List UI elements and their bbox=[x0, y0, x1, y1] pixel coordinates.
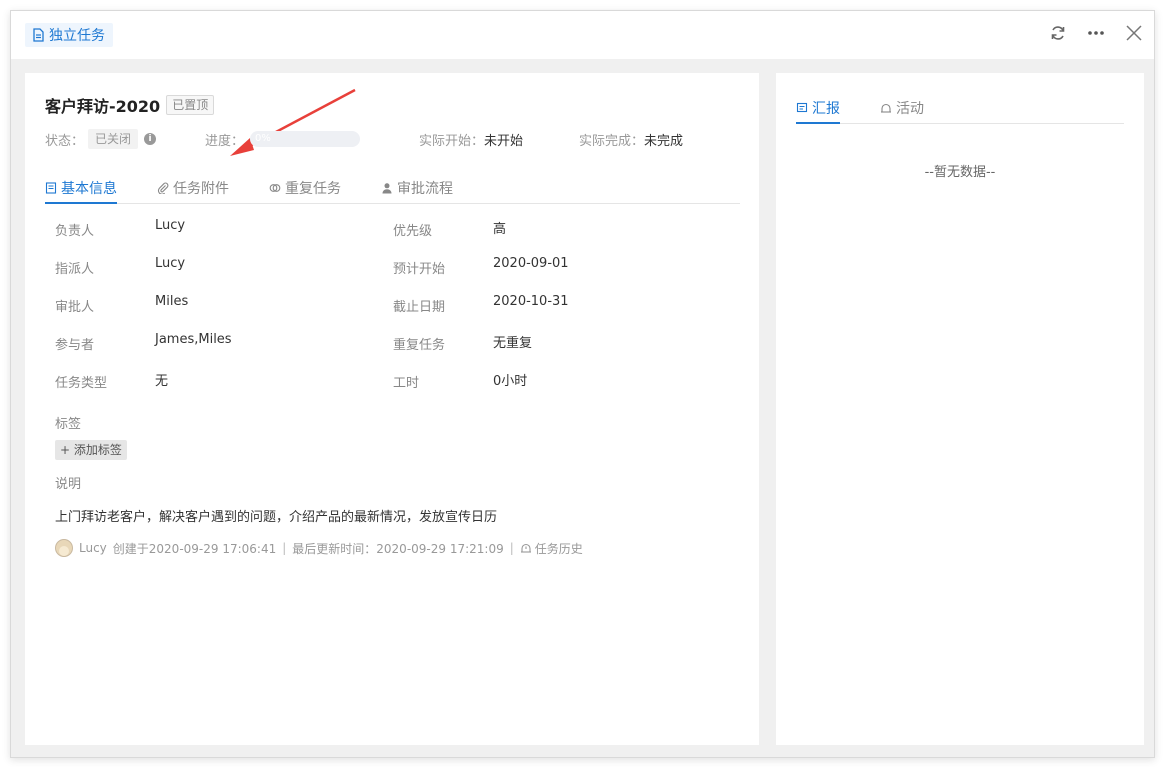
field-row: 负责人 Lucy 优先级 高 bbox=[55, 218, 735, 239]
field-label-task-type: 任务类型 bbox=[55, 376, 108, 391]
add-tag-button[interactable]: + 添加标签 bbox=[55, 440, 127, 460]
repeat-icon bbox=[269, 184, 281, 192]
task-tabs: 基本信息 任务附件 重复任务 审批流程 bbox=[45, 173, 740, 204]
refresh-icon bbox=[1051, 26, 1065, 40]
independent-task-badge: 独立任务 bbox=[25, 23, 113, 47]
field-value-task-type: 无 bbox=[155, 374, 169, 389]
field-value-participants: James,Miles bbox=[155, 332, 232, 347]
activity-icon bbox=[881, 103, 891, 113]
progress-bar: 0% bbox=[250, 131, 361, 147]
field-label-repeat: 重复任务 bbox=[393, 338, 446, 353]
user-icon bbox=[382, 183, 392, 194]
info-icon[interactable]: i bbox=[144, 133, 157, 145]
status-label: 状态： bbox=[45, 133, 85, 149]
tab-repeat-task[interactable]: 重复任务 bbox=[269, 173, 341, 203]
field-row: 任务类型 无 工时 0小时 bbox=[55, 370, 735, 391]
field-value-deadline: 2020-10-31 bbox=[493, 294, 569, 309]
close-button[interactable] bbox=[1124, 23, 1144, 43]
field-label-assignee: 负责人 bbox=[55, 224, 95, 239]
actual-end-value: 未完成 bbox=[644, 133, 684, 149]
tab-label: 任务附件 bbox=[173, 181, 229, 197]
creator-name: Lucy bbox=[79, 541, 107, 555]
description-text: 上门拜访老客户，解决客户遇到的问题，介绍产品的最新情况，发放宣传日历 bbox=[55, 510, 498, 525]
actual-end-label: 实际完成： bbox=[579, 133, 645, 149]
progress-label: 进度： bbox=[205, 133, 245, 149]
tab-label: 汇报 bbox=[812, 100, 840, 117]
report-icon bbox=[796, 102, 808, 112]
task-history-link[interactable]: 任务历史 bbox=[520, 540, 583, 557]
tab-basic-info[interactable]: 基本信息 bbox=[45, 173, 117, 204]
tab-approval-flow[interactable]: 审批流程 bbox=[381, 173, 453, 203]
actual-start-value: 未开始 bbox=[484, 133, 524, 149]
field-value-approver: Miles bbox=[155, 294, 189, 309]
pinned-tag: 已置顶 bbox=[166, 95, 215, 115]
tab-label: 活动 bbox=[896, 101, 924, 117]
tab-activity[interactable]: 活动 bbox=[880, 93, 924, 123]
tab-label: 基本信息 bbox=[61, 180, 117, 197]
status-item: 状态： 已关闭 i bbox=[45, 128, 157, 150]
history-label: 任务历史 bbox=[534, 541, 583, 556]
tab-label: 审批流程 bbox=[397, 181, 453, 197]
field-label-assigner: 指派人 bbox=[55, 262, 95, 277]
field-label-planned-start: 预计开始 bbox=[393, 262, 446, 277]
separator: | bbox=[509, 541, 514, 555]
field-value-planned-start: 2020-09-01 bbox=[493, 256, 569, 271]
separator: | bbox=[282, 541, 287, 555]
field-value-assignee: Lucy bbox=[155, 218, 186, 233]
actual-start-item: 实际开始： 未开始 bbox=[419, 128, 523, 150]
progress-item: 进度： 0% bbox=[205, 128, 361, 150]
created-time: 创建于2020-09-29 17:06:41 bbox=[112, 541, 277, 556]
document-icon bbox=[45, 181, 57, 194]
document-icon bbox=[33, 28, 44, 42]
close-icon bbox=[1126, 25, 1142, 41]
description-label: 说明 bbox=[55, 477, 82, 492]
field-label-approver: 审批人 bbox=[55, 300, 95, 315]
progress-text: 0% bbox=[255, 133, 271, 144]
side-panel: 汇报 活动 --暂无数据-- bbox=[776, 73, 1144, 745]
side-tabs: 汇报 活动 bbox=[796, 93, 1124, 124]
more-icon bbox=[1088, 31, 1104, 35]
paperclip-icon bbox=[157, 182, 169, 194]
badge-label: 独立任务 bbox=[49, 28, 105, 44]
meta-row: Lucy 创建于2020-09-29 17:06:41 | 最后更新时间：202… bbox=[55, 539, 583, 557]
field-value-priority: 高 bbox=[493, 222, 507, 237]
top-bar: 独立任务 bbox=[11, 11, 1154, 59]
tab-report[interactable]: 汇报 bbox=[796, 93, 840, 124]
refresh-button[interactable] bbox=[1048, 23, 1068, 43]
tab-attachments[interactable]: 任务附件 bbox=[157, 173, 229, 203]
task-detail-window: 独立任务 客户拜访-2020 已置顶 状态： 已关闭 i 进度： 0% 实际开始… bbox=[10, 10, 1155, 758]
updated-time: 最后更新时间：2020-09-29 17:21:09 bbox=[292, 541, 504, 556]
top-actions bbox=[1048, 23, 1144, 43]
title-row: 客户拜访-2020 已置顶 bbox=[45, 93, 215, 117]
avatar bbox=[55, 539, 73, 557]
field-row: 参与者 James,Miles 重复任务 无重复 bbox=[55, 332, 735, 353]
field-label-work-hours: 工时 bbox=[393, 376, 420, 391]
actual-end-item: 实际完成： 未完成 bbox=[579, 128, 683, 150]
actual-start-label: 实际开始： bbox=[419, 133, 485, 149]
field-row: 指派人 Lucy 预计开始 2020-09-01 bbox=[55, 256, 735, 277]
field-value-repeat: 无重复 bbox=[493, 336, 533, 351]
task-main-panel: 客户拜访-2020 已置顶 状态： 已关闭 i 进度： 0% 实际开始： 未开始… bbox=[25, 73, 759, 745]
empty-state: --暂无数据-- bbox=[924, 165, 996, 180]
task-title: 客户拜访-2020 bbox=[45, 97, 161, 116]
status-row: 状态： 已关闭 i 进度： 0% 实际开始： 未开始 实际完成： 未完成 bbox=[45, 128, 745, 150]
field-label-participants: 参与者 bbox=[55, 338, 95, 353]
field-value-assigner: Lucy bbox=[155, 256, 186, 271]
history-icon bbox=[520, 543, 531, 553]
tab-label: 重复任务 bbox=[285, 181, 341, 197]
field-row: 审批人 Miles 截止日期 2020-10-31 bbox=[55, 294, 735, 315]
more-button[interactable] bbox=[1086, 23, 1106, 43]
tags-label: 标签 bbox=[55, 417, 82, 432]
field-value-work-hours: 0小时 bbox=[493, 374, 528, 389]
status-badge: 已关闭 bbox=[88, 129, 139, 149]
field-label-priority: 优先级 bbox=[393, 224, 433, 239]
field-label-deadline: 截止日期 bbox=[393, 300, 446, 315]
